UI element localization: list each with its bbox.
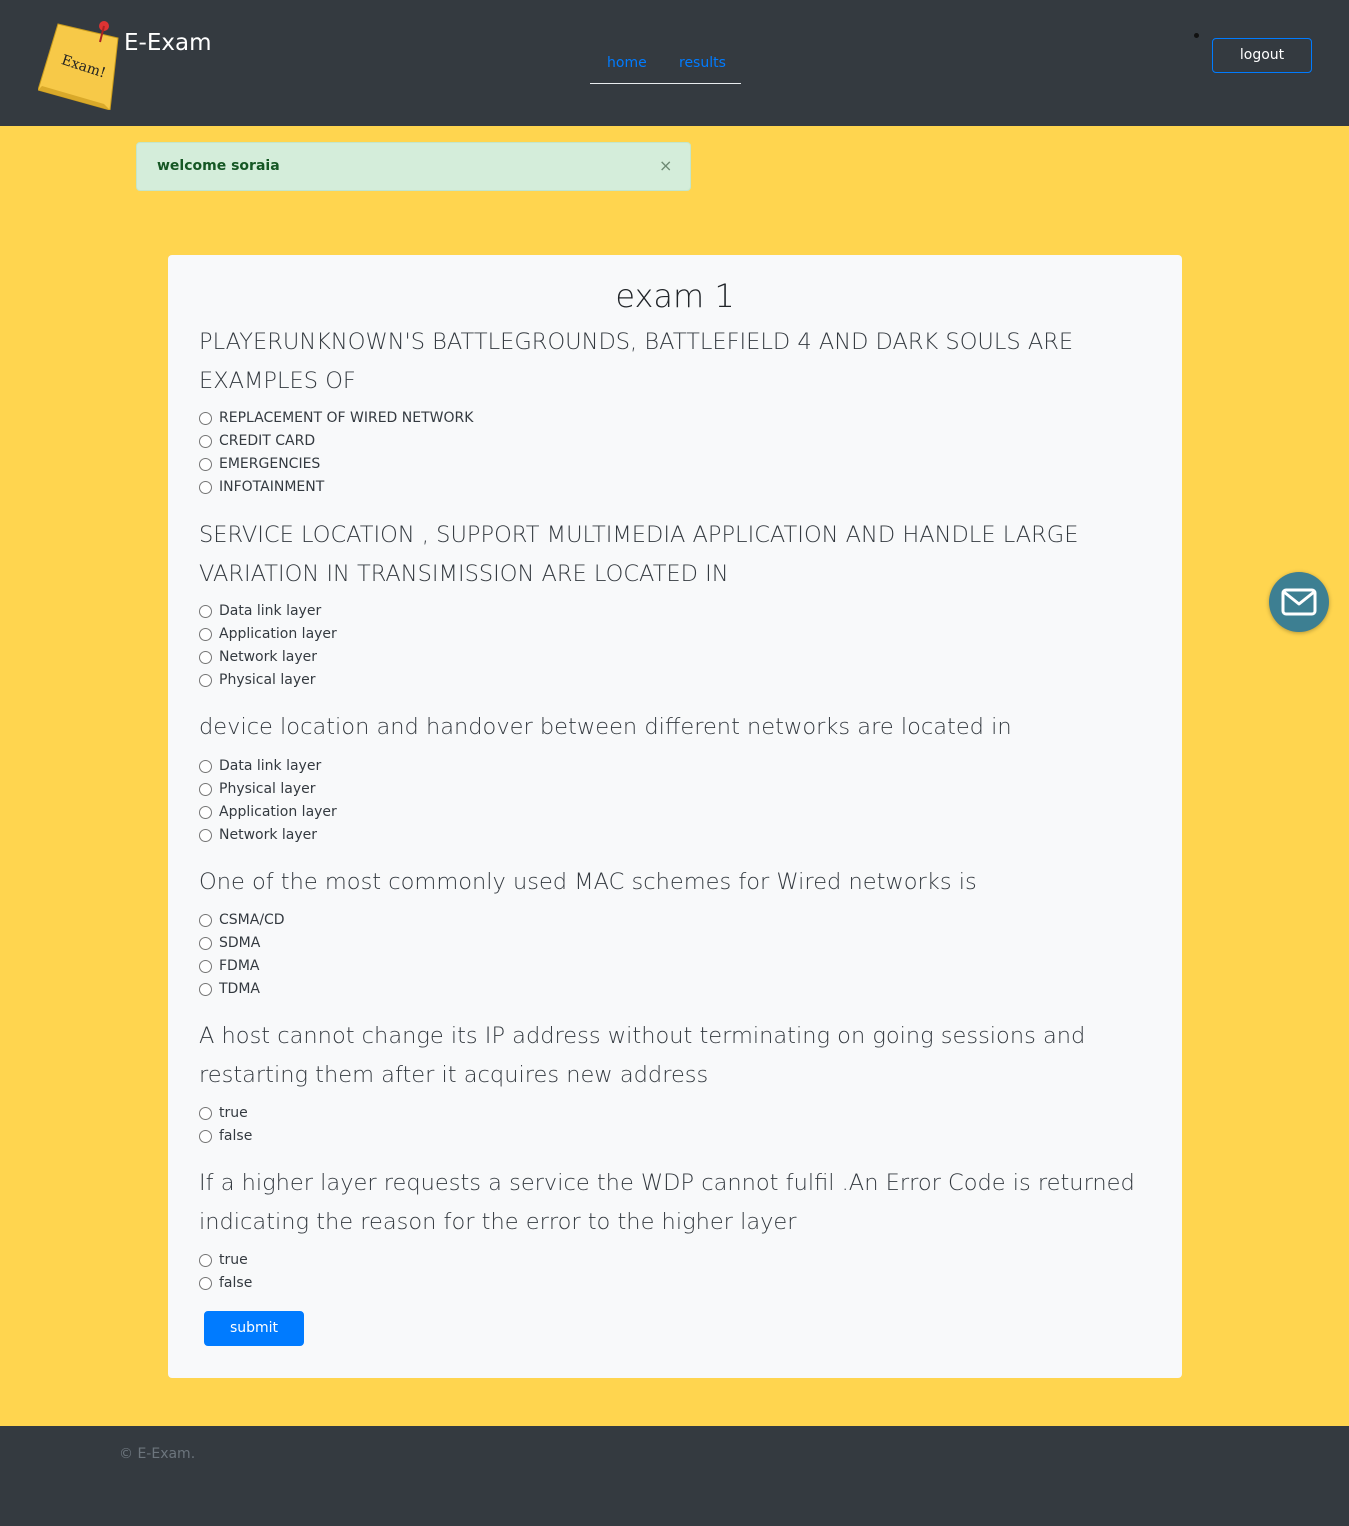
header: Exam! E-Exam home results logout <box>0 0 1349 126</box>
option-label: Data link layer <box>219 758 322 774</box>
option-label: true <box>219 1105 248 1121</box>
main-nav: home results <box>590 46 741 84</box>
answer-option[interactable]: Data link layer <box>199 601 321 621</box>
answer-option[interactable]: REPLACEMENT OF WIRED NETWORK <box>199 408 473 428</box>
answer-option[interactable]: CREDIT CARD <box>199 431 315 451</box>
envelope-icon <box>1281 588 1317 616</box>
welcome-alert: welcome soraia × <box>136 142 691 191</box>
exam-title: exam 1 <box>615 277 735 315</box>
answer-option[interactable]: Physical layer <box>199 779 316 799</box>
answer-option[interactable]: false <box>199 1273 252 1293</box>
answer-option[interactable]: Data link layer <box>199 756 321 776</box>
option-label: INFOTAINMENT <box>219 479 325 495</box>
answer-option[interactable]: Application layer <box>199 624 337 644</box>
option-label: true <box>219 1252 248 1268</box>
option-label: Physical layer <box>219 781 316 797</box>
option-label: Network layer <box>219 649 318 665</box>
option-label: Data link layer <box>219 603 322 619</box>
exam-logo[interactable]: Exam! <box>38 16 120 110</box>
answer-option[interactable]: true <box>199 1250 248 1270</box>
question-text: device location and handover between dif… <box>199 714 1012 740</box>
submit-button[interactable]: submit <box>204 1311 304 1346</box>
answer-option[interactable]: Network layer <box>199 647 317 667</box>
radio-button[interactable] <box>199 805 212 819</box>
answer-option[interactable]: FDMA <box>199 956 260 976</box>
radio-button[interactable] <box>199 782 212 796</box>
radio-button[interactable] <box>199 759 212 773</box>
answer-option[interactable]: CSMA/CD <box>199 910 285 930</box>
brand-title[interactable]: E-Exam <box>124 30 211 56</box>
answer-option[interactable]: EMERGENCIES <box>199 454 320 474</box>
answer-option[interactable]: Network layer <box>199 825 317 845</box>
option-label: REPLACEMENT OF WIRED NETWORK <box>219 410 474 426</box>
radio-button[interactable] <box>199 480 212 494</box>
radio-button[interactable] <box>199 936 212 950</box>
option-label: TDMA <box>219 981 260 997</box>
question-text: If a higher layer requests a service the… <box>199 1170 1135 1235</box>
nav-results-link[interactable]: results <box>679 55 726 71</box>
radio-button[interactable] <box>199 411 212 425</box>
option-label: Network layer <box>219 827 318 843</box>
question-text: PLAYERUNKNOWN'S BATTLEGROUNDS, BATTLEFIE… <box>199 329 1074 394</box>
radio-button[interactable] <box>199 1253 212 1267</box>
option-label: false <box>219 1128 253 1144</box>
answer-option[interactable]: INFOTAINMENT <box>199 477 324 497</box>
option-label: Physical layer <box>219 672 316 688</box>
radio-button[interactable] <box>199 1106 212 1120</box>
radio-button[interactable] <box>199 959 212 973</box>
option-label: CREDIT CARD <box>219 433 316 449</box>
dot-marker <box>1194 33 1199 38</box>
exam-card: exam 1 PLAYERUNKNOWN'S BATTLEGROUNDS, BA… <box>168 255 1182 1378</box>
alert-message: welcome soraia <box>157 158 280 174</box>
answer-option[interactable]: SDMA <box>199 933 260 953</box>
radio-button[interactable] <box>199 604 212 618</box>
radio-button[interactable] <box>199 982 212 996</box>
answer-option[interactable]: Application layer <box>199 802 337 822</box>
radio-button[interactable] <box>199 650 212 664</box>
radio-button[interactable] <box>199 457 212 471</box>
footer: © E-Exam. <box>0 1426 1349 1526</box>
option-label: Application layer <box>219 804 337 820</box>
option-label: SDMA <box>219 935 261 951</box>
radio-button[interactable] <box>199 1129 212 1143</box>
radio-button[interactable] <box>199 913 212 927</box>
radio-button[interactable] <box>199 1276 212 1290</box>
answer-option[interactable]: TDMA <box>199 979 260 999</box>
contact-button[interactable] <box>1269 572 1329 632</box>
radio-button[interactable] <box>199 627 212 641</box>
option-label: FDMA <box>219 958 260 974</box>
option-label: Application layer <box>219 626 337 642</box>
option-label: CSMA/CD <box>219 912 285 928</box>
question-text: One of the most commonly used MAC scheme… <box>199 869 977 895</box>
radio-button[interactable] <box>199 434 212 448</box>
close-icon[interactable]: × <box>659 156 672 175</box>
copyright-text: © E-Exam. <box>119 1446 196 1462</box>
answer-option[interactable]: true <box>199 1103 248 1123</box>
radio-button[interactable] <box>199 828 212 842</box>
radio-button[interactable] <box>199 673 212 687</box>
option-label: false <box>219 1275 253 1291</box>
question-text: A host cannot change its IP address with… <box>199 1023 1086 1088</box>
answer-option[interactable]: false <box>199 1126 252 1146</box>
logout-button[interactable]: logout <box>1212 38 1312 73</box>
nav-home-link[interactable]: home <box>607 55 647 71</box>
question-text: SERVICE LOCATION , SUPPORT MULTIMEDIA AP… <box>199 522 1079 587</box>
option-label: EMERGENCIES <box>219 456 321 472</box>
answer-option[interactable]: Physical layer <box>199 670 316 690</box>
